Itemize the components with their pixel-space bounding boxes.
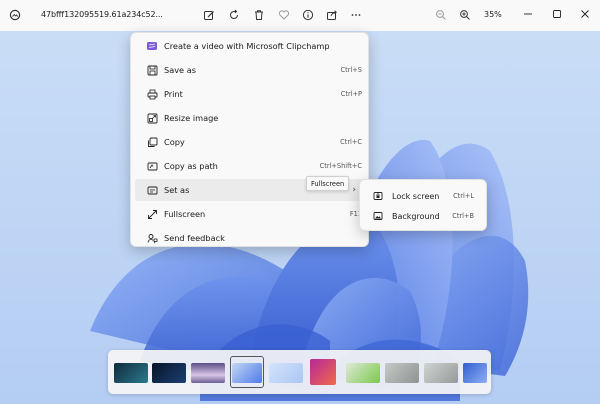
thumbnail-blue-bloom-selected[interactable] (232, 363, 262, 383)
context-menu: Create a video with Microsoft Clipchamp … (130, 32, 369, 247)
menu-item-label: Save as (164, 65, 196, 75)
minimize-icon[interactable] (517, 4, 539, 24)
favorite-icon[interactable] (275, 6, 293, 24)
menu-item-save-as[interactable]: Save as Ctrl+S (135, 59, 366, 81)
set-as-submenu: Lock screen Ctrl+L Background Ctrl+B (359, 179, 487, 231)
share-icon[interactable] (323, 6, 341, 24)
submenu-item-label: Lock screen (392, 191, 440, 201)
title-bar: 47bfff132095519.61a234c52... 35% (0, 0, 600, 31)
zoom-level[interactable]: 35% (484, 10, 502, 19)
copy-path-icon (146, 160, 158, 172)
menu-item-shortcut: Ctrl+Shift+C (319, 162, 362, 170)
clipchamp-icon (146, 40, 158, 52)
menu-item-label: Resize image (164, 113, 219, 123)
copy-icon (146, 136, 158, 148)
rotate-icon[interactable] (225, 6, 243, 24)
fullscreen-tooltip: Fullscreen (306, 176, 350, 191)
submenu-item-shortcut: Ctrl+B (452, 212, 474, 220)
submenu-item-shortcut: Ctrl+L (453, 192, 474, 200)
filmstrip (108, 350, 491, 394)
delete-icon[interactable] (250, 6, 268, 24)
thumbnail-purple-landscape[interactable] (191, 363, 225, 383)
thumbnail-dark-blue[interactable] (152, 363, 186, 383)
thumbnail-grey-1[interactable] (385, 363, 419, 383)
thumbnail-grey-2[interactable] (424, 363, 458, 383)
photos-app-icon (8, 8, 22, 22)
info-icon[interactable] (299, 6, 317, 24)
menu-item-label: Fullscreen (164, 209, 206, 219)
menu-item-copy[interactable]: Copy Ctrl+C (135, 131, 366, 153)
zoom-in-icon[interactable] (456, 6, 474, 24)
menu-item-shortcut: Ctrl+S (340, 66, 362, 74)
menu-item-shortcut: Ctrl+P (340, 90, 362, 98)
menu-item-resize-image[interactable]: Resize image (135, 107, 366, 129)
menu-item-label: Copy as path (164, 161, 218, 171)
file-name: 47bfff132095519.61a234c52... (41, 10, 163, 19)
thumbnail-green-light[interactable] (346, 363, 380, 383)
thumbnail-dark-teal[interactable] (114, 363, 148, 383)
close-icon[interactable] (574, 4, 596, 24)
menu-item-label: Copy (164, 137, 185, 147)
menu-item-label: Create a video with Microsoft Clipchamp (164, 41, 330, 51)
edit-image-icon[interactable] (200, 6, 218, 24)
submenu-item-background[interactable]: Background Ctrl+B (364, 206, 484, 226)
submenu-item-label: Background (392, 211, 440, 221)
thumbnail-blue-partial[interactable] (463, 363, 487, 383)
save-icon (146, 64, 158, 76)
thumbnail-light-blue[interactable] (269, 363, 303, 383)
menu-item-send-feedback[interactable]: Send feedback (135, 227, 366, 249)
set-as-icon (146, 184, 158, 196)
menu-item-copy-as-path[interactable]: Copy as path Ctrl+Shift+C (135, 155, 366, 177)
menu-item-label: Set as (164, 185, 190, 195)
menu-item-fullscreen[interactable]: Fullscreen F11 (135, 203, 366, 225)
menu-item-label: Send feedback (164, 233, 225, 243)
menu-item-shortcut: Ctrl+C (340, 138, 362, 146)
feedback-icon (146, 232, 158, 244)
zoom-out-icon[interactable] (432, 6, 450, 24)
fullscreen-icon (146, 208, 158, 220)
resize-icon (146, 112, 158, 124)
submenu-item-lock-screen[interactable]: Lock screen Ctrl+L (364, 186, 484, 206)
background-icon (373, 211, 383, 221)
menu-item-print[interactable]: Print Ctrl+P (135, 83, 366, 105)
maximize-icon[interactable] (546, 4, 568, 24)
menu-item-clipchamp[interactable]: Create a video with Microsoft Clipchamp (135, 35, 366, 57)
chevron-right-icon: › (352, 185, 356, 195)
thumbnail-colorful-app[interactable] (310, 359, 336, 385)
lock-screen-icon (373, 191, 383, 201)
menu-item-label: Print (164, 89, 183, 99)
print-icon (146, 88, 158, 100)
more-icon[interactable] (347, 6, 365, 24)
